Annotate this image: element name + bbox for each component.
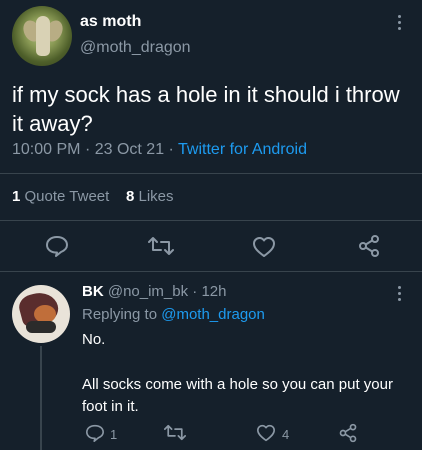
thread-line (40, 346, 42, 450)
divider (0, 173, 422, 174)
reply-text-line1: No. (82, 331, 106, 348)
tweet-text: if my sock has a hole in it should i thr… (12, 82, 400, 136)
heart-icon[interactable] (252, 236, 276, 258)
heart-icon[interactable] (256, 424, 276, 442)
divider (0, 220, 422, 221)
tweet-stats: 1 Quote Tweet 8 Likes (12, 188, 174, 205)
speech-bubble-icon[interactable] (45, 235, 69, 257)
reply-age[interactable]: 12h (201, 283, 226, 300)
quote-tweet-stat[interactable]: 1 Quote Tweet (12, 188, 109, 205)
tweet-date[interactable]: 23 Oct 21 (95, 141, 164, 158)
separator: · (168, 141, 174, 158)
more-dots-icon[interactable] (395, 12, 405, 34)
separator: · (84, 141, 91, 158)
author-display-name[interactable]: as moth (80, 13, 141, 31)
share-icon[interactable] (338, 423, 358, 443)
replying-to: Replying to @moth_dragon (82, 306, 265, 323)
speech-bubble-icon[interactable] (85, 424, 105, 442)
retweet-icon[interactable] (164, 424, 186, 441)
reply-author-avatar[interactable] (12, 285, 70, 343)
separator: · (192, 283, 198, 300)
likes-stat[interactable]: 8 Likes (126, 188, 174, 205)
author-avatar[interactable] (12, 6, 72, 66)
retweet-icon[interactable] (148, 236, 174, 256)
reply-text-line2: All socks come with a hole so you can pu… (82, 376, 393, 415)
replying-to-handle[interactable]: @moth_dragon (161, 306, 265, 323)
author-handle[interactable]: @moth_dragon (80, 39, 191, 57)
tweet-time[interactable]: 10:00 PM (12, 141, 80, 158)
reply-display-name[interactable]: BK (82, 283, 104, 300)
reply-header: BK @no_im_bk · 12h (82, 283, 227, 300)
reply-like-count: 4 (282, 427, 290, 442)
more-dots-icon[interactable] (395, 283, 405, 305)
divider (0, 271, 422, 272)
reply-handle[interactable]: @no_im_bk (108, 283, 188, 300)
tweet-client[interactable]: Twitter for Android (178, 141, 307, 158)
tweet-meta: 10:00 PM · 23 Oct 21 · Twitter for Andro… (12, 141, 307, 159)
share-icon[interactable] (357, 234, 381, 258)
reply-count: 1 (110, 427, 118, 442)
